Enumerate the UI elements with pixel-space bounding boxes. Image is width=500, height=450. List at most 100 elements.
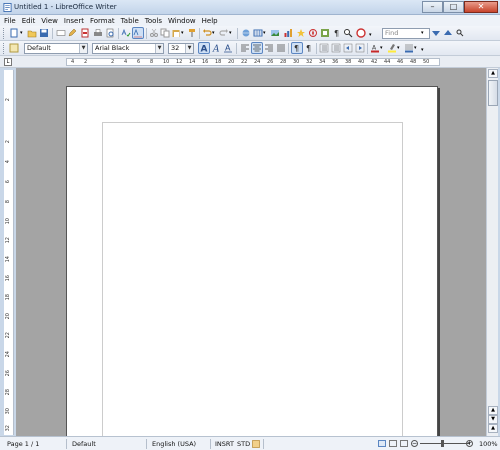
increase-indent-icon[interactable] xyxy=(355,43,365,53)
numbering-icon[interactable] xyxy=(319,43,329,53)
scroll-thumb[interactable] xyxy=(488,80,498,106)
zoom-level[interactable]: 100% xyxy=(479,440,498,448)
document-workspace[interactable] xyxy=(16,68,486,436)
vertical-scrollbar[interactable]: ▲ ▲ ▼ ▲ xyxy=(486,68,498,436)
align-left-icon[interactable] xyxy=(240,43,250,53)
bold-icon[interactable]: A xyxy=(198,42,210,54)
menu-tools[interactable]: Tools xyxy=(145,17,162,25)
align-center-icon[interactable] xyxy=(251,42,263,54)
left-to-right-icon[interactable]: ¶ xyxy=(291,42,303,54)
zoom-slider[interactable] xyxy=(420,443,470,444)
clone-formatting-icon[interactable] xyxy=(187,28,197,38)
table-icon[interactable] xyxy=(253,28,263,38)
chevron-down-icon[interactable]: ▼ xyxy=(185,44,193,53)
fields-icon[interactable] xyxy=(296,28,306,38)
language[interactable]: English (USA) xyxy=(152,440,196,448)
toolbar-more-icon[interactable]: ▾ xyxy=(369,28,379,38)
ruler-tick: 20 xyxy=(5,313,11,320)
font-size-value: 32 xyxy=(171,44,180,52)
justify-icon[interactable] xyxy=(276,43,286,53)
background-color-icon[interactable] xyxy=(404,43,414,53)
export-pdf-icon[interactable] xyxy=(80,28,90,38)
underline-icon[interactable]: A xyxy=(223,43,233,53)
insert-mode[interactable]: INSRT xyxy=(215,440,234,448)
image-icon[interactable] xyxy=(270,28,280,38)
selection-mode[interactable]: STD xyxy=(237,440,250,448)
zoom-out-icon[interactable]: − xyxy=(411,440,418,447)
menu-format[interactable]: Format xyxy=(90,17,115,25)
paste-icon[interactable] xyxy=(171,28,181,38)
horizontal-ruler[interactable]: 4 2 2 4 6 8 10 12 14 16 18 20 22 24 26 2… xyxy=(66,58,440,66)
writer-app-icon xyxy=(3,3,12,12)
find-previous-icon[interactable] xyxy=(443,28,453,38)
new-document-icon[interactable] xyxy=(9,28,19,38)
autospellcheck-icon[interactable] xyxy=(132,27,144,39)
menu-help[interactable]: Help xyxy=(202,17,218,25)
font-name-select[interactable]: Arial Black ▼ xyxy=(92,43,164,54)
menu-view[interactable]: View xyxy=(41,17,58,25)
scroll-up-icon[interactable]: ▲ xyxy=(488,69,498,78)
formatting-marks-icon[interactable]: ¶ xyxy=(332,28,342,38)
close-button[interactable]: ✕ xyxy=(464,1,498,13)
text-boundary[interactable] xyxy=(102,122,403,436)
scroll-up-icon[interactable]: ▲ xyxy=(488,406,498,415)
email-icon[interactable] xyxy=(56,28,66,38)
menu-file[interactable]: File xyxy=(4,17,16,25)
font-size-select[interactable]: 32 ▼ xyxy=(168,43,194,54)
print-preview-icon[interactable] xyxy=(105,28,115,38)
copy-icon[interactable] xyxy=(160,28,170,38)
right-to-left-icon[interactable]: ¶ xyxy=(304,43,314,53)
italic-icon[interactable]: A xyxy=(211,43,221,54)
zoom-in-icon[interactable]: + xyxy=(466,440,473,447)
navigator-icon[interactable] xyxy=(308,28,318,38)
bullets-icon[interactable] xyxy=(331,43,341,53)
menu-table[interactable]: Table xyxy=(121,17,139,25)
document-modified-icon[interactable] xyxy=(252,440,260,448)
edit-file-icon[interactable] xyxy=(67,28,77,38)
single-page-view-icon[interactable] xyxy=(378,440,386,447)
find-next-icon[interactable] xyxy=(431,28,441,38)
gallery-icon[interactable] xyxy=(320,28,330,38)
tab-stop-type-button[interactable]: L xyxy=(4,58,12,66)
vertical-ruler[interactable]: 2 2 4 6 8 10 12 14 16 18 20 22 24 26 28 … xyxy=(4,70,14,435)
decrease-indent-icon[interactable] xyxy=(343,43,353,53)
hyperlink-icon[interactable] xyxy=(241,28,251,38)
page-count[interactable]: Page 1 / 1 xyxy=(7,440,39,448)
find-replace-icon[interactable] xyxy=(455,28,465,38)
menu-window[interactable]: Window xyxy=(168,17,196,25)
menu-insert[interactable]: Insert xyxy=(64,17,84,25)
highlighting-icon[interactable] xyxy=(387,43,397,53)
font-color-icon[interactable]: A xyxy=(370,43,380,53)
help-icon[interactable] xyxy=(356,28,366,38)
document-page[interactable] xyxy=(66,86,438,436)
zoom-icon[interactable] xyxy=(343,28,353,38)
undo-icon[interactable] xyxy=(202,28,212,38)
align-right-icon[interactable] xyxy=(264,43,274,53)
open-folder-icon[interactable] xyxy=(27,28,37,38)
multi-page-view-icon[interactable] xyxy=(389,440,397,447)
cut-icon[interactable] xyxy=(149,28,159,38)
save-icon[interactable] xyxy=(39,28,49,38)
previous-page-icon[interactable]: ▲ xyxy=(488,424,498,433)
find-dropdown-icon[interactable]: ▾ xyxy=(421,28,431,38)
zoom-slider-knob[interactable] xyxy=(441,440,444,447)
libreoffice-writer-window: Untitled 1 - LibreOffice Writer – □ ✕ Fi… xyxy=(0,0,500,450)
maximize-button[interactable]: □ xyxy=(443,1,464,13)
book-view-icon[interactable] xyxy=(400,440,408,447)
chart-icon[interactable] xyxy=(283,28,293,38)
chevron-down-icon[interactable]: ▼ xyxy=(79,44,87,53)
ruler-tick: 32 xyxy=(306,59,313,65)
styles-formatting-icon[interactable] xyxy=(9,43,19,53)
paragraph-style-select[interactable]: Default ▼ xyxy=(24,43,88,54)
print-icon[interactable] xyxy=(93,28,103,38)
spellcheck-icon[interactable] xyxy=(121,28,131,38)
page-style[interactable]: Default xyxy=(72,440,96,448)
minimize-button[interactable]: – xyxy=(422,1,443,13)
chevron-down-icon[interactable]: ▼ xyxy=(155,44,163,53)
toolbar-more-icon[interactable]: ▾ xyxy=(421,43,431,53)
redo-icon[interactable] xyxy=(219,28,229,38)
scroll-down-icon[interactable]: ▼ xyxy=(488,415,498,424)
toolbar-grip[interactable] xyxy=(3,43,6,54)
toolbar-grip[interactable] xyxy=(3,28,6,39)
menu-edit[interactable]: Edit xyxy=(22,17,36,25)
